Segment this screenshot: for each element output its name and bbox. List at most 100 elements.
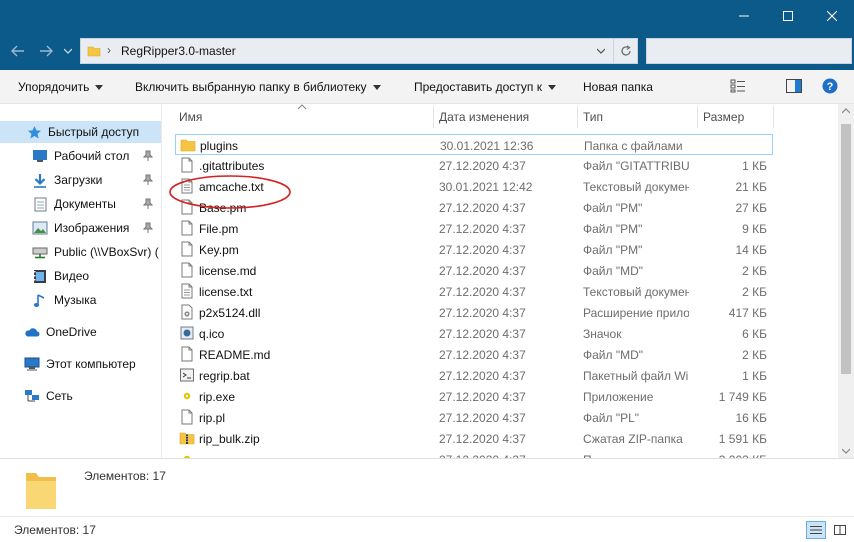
nav-item-label: Рабочий стол — [54, 149, 130, 163]
file-size: 1 591 КБ — [718, 432, 767, 446]
caret-down-icon — [372, 85, 381, 90]
nav-item-onedrive[interactable]: OneDrive — [0, 321, 161, 343]
forward-button[interactable] — [36, 42, 56, 60]
file-row[interactable]: license.md 27.12.2020 4:37 Файл "MD" 2 КБ — [175, 260, 773, 281]
file-type: Файл "PM" — [583, 222, 643, 236]
nav-item-music[interactable]: Музыка — [0, 289, 161, 311]
vertical-scrollbar[interactable] — [838, 104, 854, 458]
file-date-modified: 27.12.2020 4:37 — [439, 348, 526, 362]
file-icon — [181, 220, 193, 236]
file-date-modified: 27.12.2020 4:37 — [439, 243, 526, 257]
chevron-down-icon — [597, 48, 605, 54]
file-row[interactable]: rip_bulk.zip 27.12.2020 4:37 Сжатая ZIP-па… — [175, 428, 773, 449]
details-view-button[interactable] — [806, 521, 826, 539]
file-row[interactable]: 27.12.2020 4:37П3 202 КБ — [175, 449, 773, 458]
file-name: Key.pm — [199, 243, 239, 257]
file-row[interactable]: File.pm 27.12.2020 4:37 Файл "PM" 9 КБ — [175, 218, 773, 239]
address-dropdown-button[interactable] — [591, 39, 611, 63]
scroll-down-icon[interactable] — [842, 448, 850, 454]
bat-file-icon — [180, 368, 194, 382]
svg-text:?: ? — [827, 81, 834, 93]
new-folder-label: Новая папка — [583, 80, 653, 94]
back-button[interactable] — [8, 42, 28, 60]
column-divider[interactable] — [697, 106, 698, 128]
refresh-icon — [620, 45, 631, 56]
organize-button[interactable]: Упорядочить — [18, 80, 104, 94]
minimize-button[interactable] — [722, 0, 766, 32]
column-header-date[interactable]: Дата изменения — [439, 110, 529, 124]
file-name: README.md — [199, 348, 271, 362]
close-button[interactable] — [810, 0, 854, 32]
refresh-button[interactable] — [613, 39, 637, 63]
file-row[interactable]: license.txt 27.12.2020 4:37 Текстовый доку… — [175, 281, 773, 302]
nav-item-this-pc[interactable]: Этот компьютер — [0, 353, 161, 375]
file-row[interactable]: plugins 30.01.2021 12:36 Папка с файлами — [175, 134, 773, 155]
file-size: 1 КБ — [742, 159, 767, 173]
address-row: › RegRipper3.0-master — [0, 32, 854, 70]
nav-item-network[interactable]: Сеть — [0, 385, 161, 407]
column-divider[interactable] — [577, 106, 578, 128]
file-row[interactable]: q.ico 27.12.2020 4:37 Значок 6 КБ — [175, 323, 773, 344]
nav-item-downloads[interactable]: Загрузки — [0, 169, 161, 191]
download-icon — [32, 172, 48, 188]
file-date-modified: 30.01.2021 12:36 — [440, 139, 534, 153]
nav-item-documents[interactable]: Документы — [0, 193, 161, 215]
column-divider[interactable] — [773, 106, 774, 128]
address-path[interactable]: RegRipper3.0-master — [121, 44, 236, 58]
file-name: license.md — [199, 264, 257, 278]
view-list-icon — [730, 79, 745, 93]
include-library-label: Включить выбранную папку в библиотеку — [135, 80, 367, 94]
nav-item-video[interactable]: Видео — [0, 265, 161, 287]
scrollbar-thumb[interactable] — [841, 124, 851, 374]
address-bar[interactable]: › RegRipper3.0-master — [80, 38, 638, 64]
file-type: Сжатая ZIP-папка — [583, 432, 683, 446]
column-divider[interactable] — [433, 106, 434, 128]
preview-pane-button[interactable] — [786, 79, 802, 96]
file-name: plugins — [200, 139, 239, 153]
details-item-count: Элементов: 17 — [84, 469, 166, 483]
nav-item-desktop[interactable]: Рабочий стол — [0, 145, 161, 167]
help-icon: ? — [822, 78, 838, 94]
view-options-button[interactable] — [730, 79, 754, 93]
sort-ascending-icon — [297, 104, 307, 110]
file-row[interactable]: regrip.bat 27.12.2020 4:37 Пакетный файл W… — [175, 365, 773, 386]
file-name: .gitattributes — [199, 159, 265, 173]
file-row[interactable]: rip.exe 27.12.2020 4:37 Приложение 1 749 КБ — [175, 386, 773, 407]
onedrive-icon — [24, 324, 40, 340]
dll-icon — [181, 304, 193, 320]
exe-icon — [183, 455, 191, 458]
preview-pane-icon — [786, 79, 802, 93]
column-header-type[interactable]: Тип — [583, 110, 603, 124]
include-library-button[interactable]: Включить выбранную папку в библиотеку — [135, 80, 381, 94]
nav-item-label: Public (\\VBoxSvr) ( — [54, 245, 159, 259]
search-input[interactable] — [646, 38, 852, 64]
large-icons-view-button[interactable] — [830, 521, 850, 539]
pin-icon — [142, 174, 154, 189]
navigation-pane: Быстрый доступ Рабочий стол Загрузки Док… — [0, 104, 162, 458]
recent-locations-button[interactable] — [62, 42, 74, 60]
share-button[interactable]: Предоставить доступ к — [414, 80, 556, 94]
network-drive-icon — [32, 244, 48, 260]
nav-item-public-share[interactable]: Public (\\VBoxSvr) ( — [0, 241, 161, 263]
zip-icon — [179, 432, 195, 445]
file-row[interactable]: README.md 27.12.2020 4:37 Файл "MD" 2 КБ — [175, 344, 773, 365]
nav-item-label: Документы — [54, 197, 116, 211]
file-date-modified: 27.12.2020 4:37 — [439, 264, 526, 278]
scroll-up-icon[interactable] — [842, 108, 850, 114]
column-header-size[interactable]: Размер — [703, 110, 744, 124]
file-row[interactable]: Key.pm 27.12.2020 4:37 Файл "PM" 14 КБ — [175, 239, 773, 260]
file-date-modified: 27.12.2020 4:37 — [439, 306, 526, 320]
nav-item-label: Сеть — [46, 389, 73, 403]
nav-item-quick-access[interactable]: Быстрый доступ — [0, 121, 161, 143]
ico-file-icon — [180, 326, 194, 340]
file-row[interactable]: p2x5124.dll 27.12.2020 4:37 Расширение при… — [175, 302, 773, 323]
help-button[interactable]: ? — [822, 78, 838, 97]
file-size: 2 КБ — [742, 264, 767, 278]
file-size: 27 КБ — [735, 201, 767, 215]
new-folder-button[interactable]: Новая папка — [583, 80, 653, 94]
column-header-name[interactable]: Имя — [179, 110, 202, 124]
file-row[interactable]: rip.pl 27.12.2020 4:37 Файл "PL" 16 КБ — [175, 407, 773, 428]
maximize-button[interactable] — [766, 0, 810, 32]
nav-item-pictures[interactable]: Изображения — [0, 217, 161, 239]
file-type: Пакетный файл Windows — [583, 369, 689, 383]
